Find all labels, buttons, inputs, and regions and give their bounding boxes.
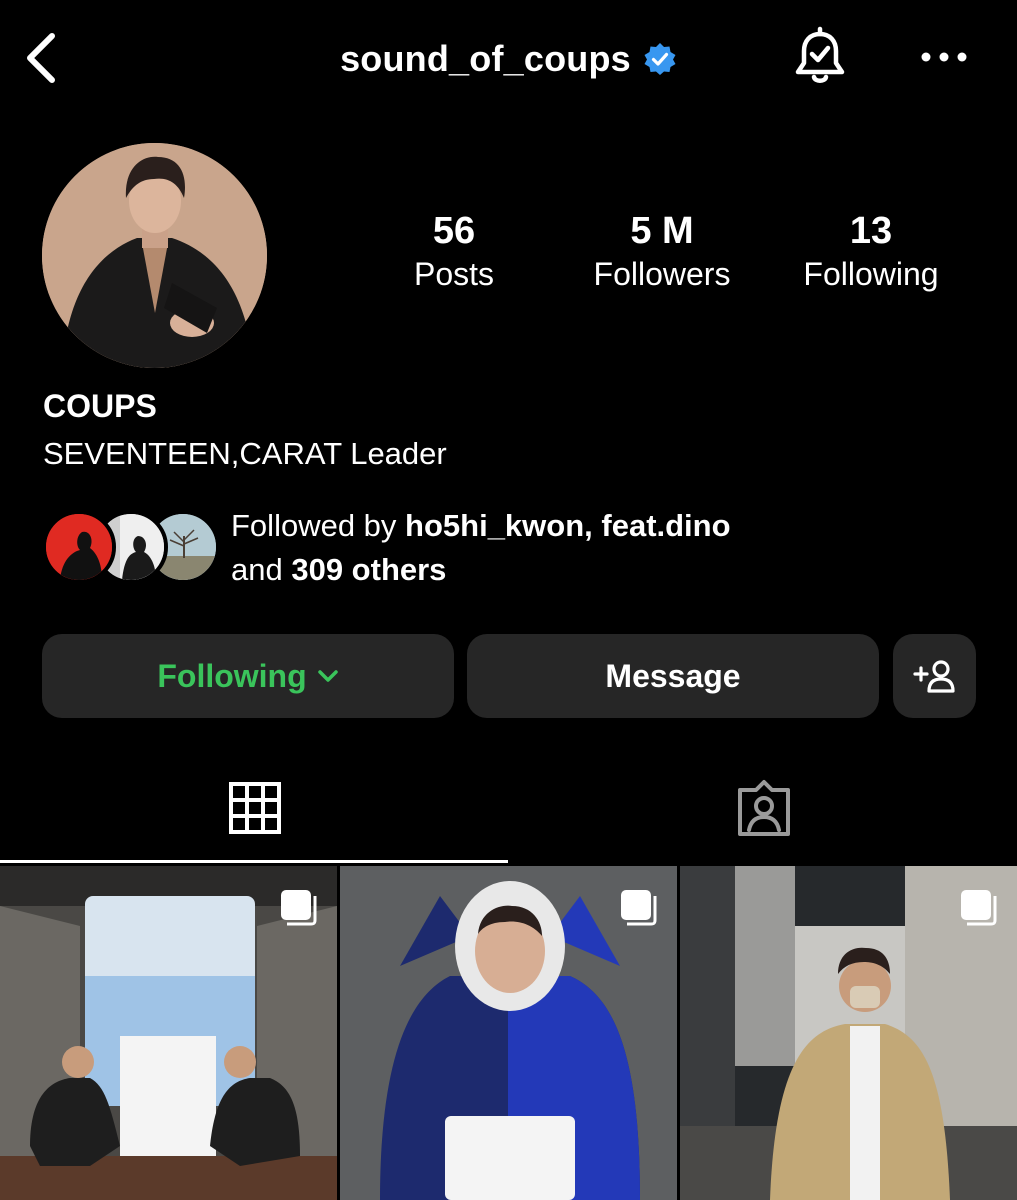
profile-display-name: COUPS: [43, 388, 157, 424]
more-options-button[interactable]: [918, 42, 970, 72]
notifications-bell-button[interactable]: [790, 26, 850, 90]
following-button-label: Following: [157, 657, 307, 694]
followed-by-users: ho5hi_kwon, feat.dino: [405, 508, 731, 543]
ellipsis-icon: [921, 52, 967, 62]
username-text: sound_of_coups: [340, 38, 631, 80]
chevron-down-icon: [317, 670, 338, 682]
following-count[interactable]: 13 Following: [771, 208, 971, 294]
grid-icon: [229, 782, 281, 834]
multiple-photos-icon: [961, 890, 997, 926]
followed-by-line-1: Followed by ho5hi_kwon, feat.dino: [231, 504, 731, 548]
profile-username-title: sound_of_coups: [0, 36, 1017, 80]
posts-grid: [0, 866, 1017, 1200]
suggested-users-button[interactable]: [893, 634, 976, 718]
posts-count[interactable]: 56 Posts: [354, 208, 554, 294]
followers-count[interactable]: 5 M Followers: [562, 208, 762, 294]
posts-count-label: Posts: [413, 256, 495, 292]
profile-avatar[interactable]: [42, 143, 267, 368]
followed-by-others: 309 others: [291, 552, 447, 587]
add-person-icon: [912, 660, 955, 693]
multiple-photos-icon: [621, 890, 657, 926]
avatar-photo: [42, 143, 267, 368]
multiple-photos-icon: [281, 890, 317, 926]
tab-tagged[interactable]: [508, 760, 1017, 864]
posts-count-value: 56: [432, 210, 476, 252]
verified-badge-icon: [644, 43, 676, 76]
post-thumbnail[interactable]: [680, 866, 1017, 1200]
following-count-value: 13: [849, 210, 893, 252]
mutual-avatar: [42, 510, 116, 584]
message-button-label: Message: [605, 657, 741, 694]
followed-by-text[interactable]: Followed by ho5hi_kwon, feat.dino and 30…: [231, 504, 731, 592]
followed-by-line-2: and 309 others: [231, 548, 731, 592]
post-thumbnail[interactable]: [340, 866, 677, 1200]
bell-check-icon: [795, 26, 845, 83]
following-button[interactable]: Following: [42, 634, 454, 718]
followers-count-value: 5 M: [630, 210, 694, 252]
followers-count-label: Followers: [593, 256, 731, 292]
mutual-followers-avatars[interactable]: [42, 510, 220, 584]
top-nav-bar: sound_of_coups: [0, 0, 1017, 120]
followed-by-prefix: Followed by: [231, 508, 406, 543]
tagged-person-icon: [738, 780, 790, 836]
post-thumbnail[interactable]: [0, 866, 337, 1200]
tab-posts-grid[interactable]: [0, 760, 508, 864]
followed-by-and: and: [231, 552, 292, 587]
profile-bio: SEVENTEEN,CARAT Leader: [43, 436, 447, 471]
message-button[interactable]: Message: [467, 634, 879, 718]
mutual-avatar-photo: [46, 514, 112, 580]
following-count-label: Following: [803, 256, 939, 292]
active-tab-indicator: [0, 860, 508, 863]
